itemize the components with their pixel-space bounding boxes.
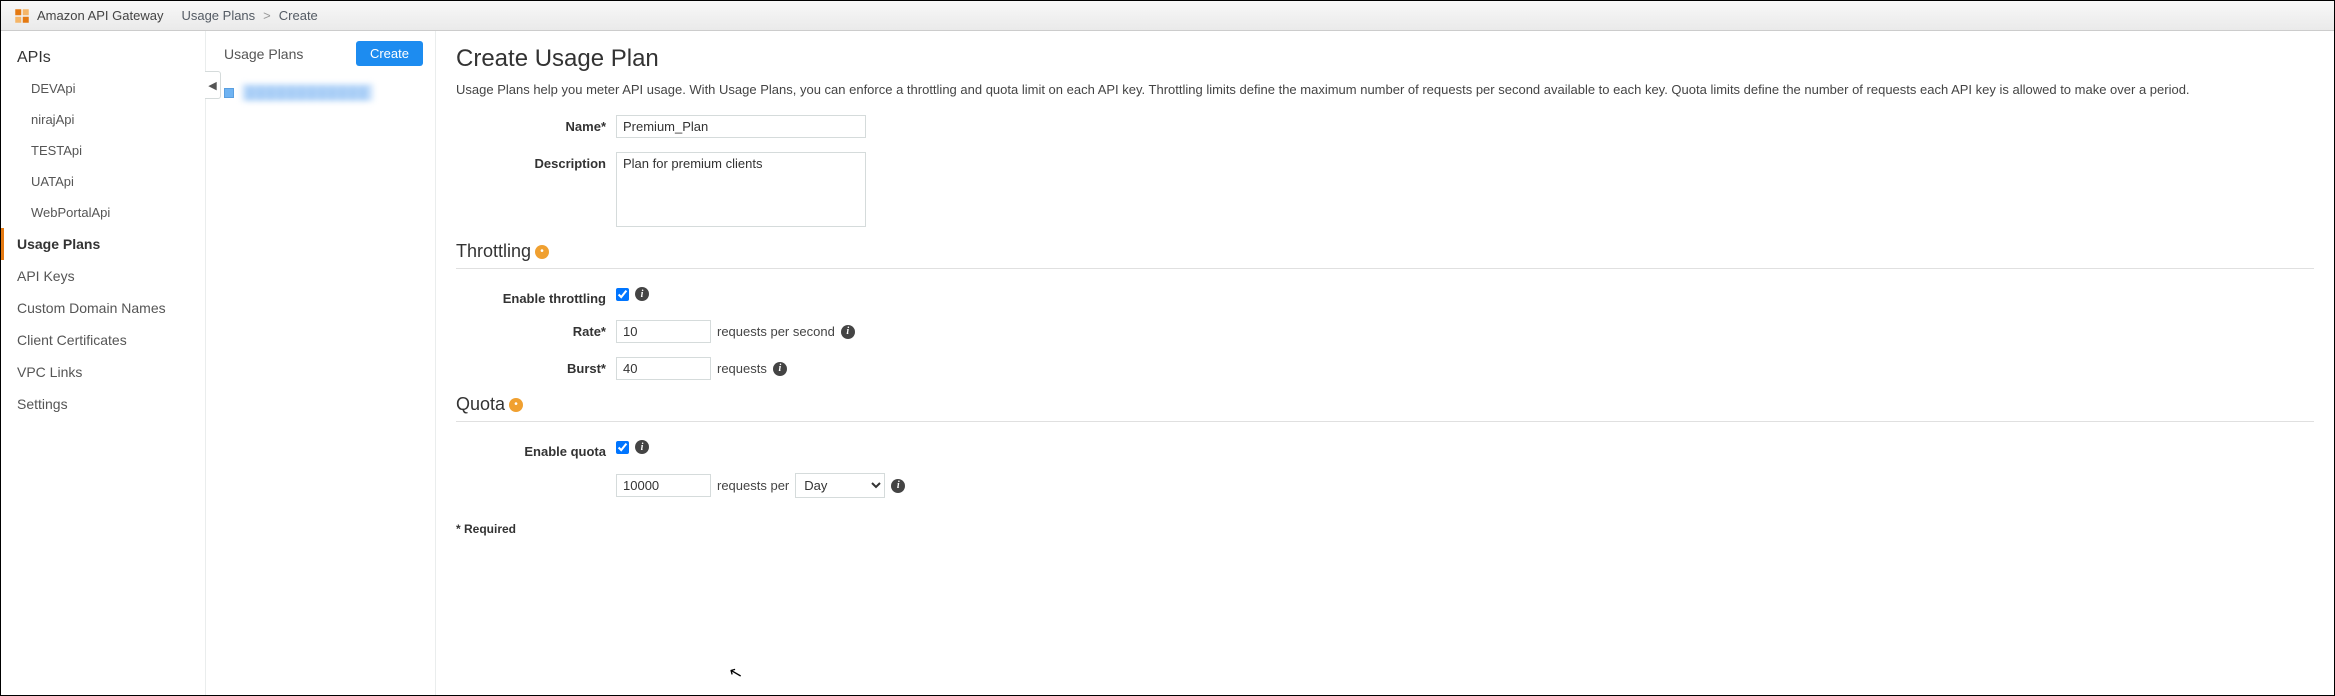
info-icon[interactable]: i — [773, 362, 787, 376]
aws-logo-icon — [13, 7, 31, 25]
sidebar-api-item[interactable]: TESTApi — [1, 135, 205, 166]
sidebar-api-item[interactable]: nirajApi — [1, 104, 205, 135]
create-button[interactable]: Create — [356, 41, 423, 66]
sidebar-item-custom-domains[interactable]: Custom Domain Names — [1, 292, 205, 324]
existing-plan-item[interactable]: ▒▒▒▒▒▒▒▒▒▒▒▒ — [218, 80, 423, 105]
sidebar-item-usage-plans[interactable]: Usage Plans — [1, 228, 205, 260]
info-icon[interactable]: i — [841, 325, 855, 339]
enable-throttling-label: Enable throttling — [456, 287, 616, 306]
info-icon[interactable]: i — [635, 440, 649, 454]
throttling-heading: Throttling • — [456, 241, 2314, 269]
description-textarea[interactable]: Plan for premium clients — [616, 152, 866, 227]
top-breadcrumb-bar: Amazon API Gateway Usage Plans > Create — [1, 1, 2334, 31]
rate-label: Rate* — [456, 320, 616, 339]
quota-heading: Quota • — [456, 394, 2314, 422]
name-label: Name* — [456, 115, 616, 134]
api-list: DEVApi nirajApi TESTApi UATApi WebPortal… — [1, 73, 205, 228]
quota-info-icon[interactable]: • — [509, 398, 523, 412]
info-icon[interactable]: i — [891, 479, 905, 493]
sidebar-item-client-certs[interactable]: Client Certificates — [1, 324, 205, 356]
left-sidebar: APIs DEVApi nirajApi TESTApi UATApi WebP… — [1, 31, 206, 695]
main-content: Create Usage Plan Usage Plans help you m… — [436, 31, 2334, 695]
required-note: * Required — [456, 522, 2314, 536]
usage-plans-column: ◀ Usage Plans Create ▒▒▒▒▒▒▒▒▒▒▒▒ — [206, 31, 436, 695]
burst-label: Burst* — [456, 357, 616, 376]
breadcrumb-create: Create — [279, 8, 318, 23]
breadcrumb-separator: > — [263, 8, 271, 23]
name-input[interactable] — [616, 115, 866, 138]
sidebar-api-item[interactable]: UATApi — [1, 166, 205, 197]
sidebar-item-api-keys[interactable]: API Keys — [1, 260, 205, 292]
sidebar-item-vpc-links[interactable]: VPC Links — [1, 356, 205, 388]
collapse-panel-button[interactable]: ◀ — [205, 71, 221, 99]
plan-name-redacted: ▒▒▒▒▒▒▒▒▒▒▒▒ — [242, 84, 373, 101]
burst-unit: requests — [717, 361, 767, 376]
throttling-info-icon[interactable]: • — [535, 245, 549, 259]
sidebar-api-item[interactable]: WebPortalApi — [1, 197, 205, 228]
nav-list: Usage Plans API Keys Custom Domain Names… — [1, 228, 205, 420]
page-description: Usage Plans help you meter API usage. Wi… — [456, 81, 2314, 99]
description-label: Description — [456, 152, 616, 171]
enable-throttling-checkbox[interactable] — [616, 288, 629, 301]
sidebar-api-item[interactable]: DEVApi — [1, 73, 205, 104]
enable-quota-checkbox[interactable] — [616, 441, 629, 454]
breadcrumb-usage-plans[interactable]: Usage Plans — [181, 8, 255, 23]
page-title: Create Usage Plan — [456, 45, 2314, 73]
plan-icon — [224, 88, 234, 98]
info-icon[interactable]: i — [635, 287, 649, 301]
quota-per-label: requests per — [717, 478, 789, 493]
midcol-title: Usage Plans — [224, 46, 303, 62]
quota-period-select[interactable]: Day — [795, 473, 885, 498]
quota-count-input[interactable] — [616, 474, 711, 497]
sidebar-heading-apis[interactable]: APIs — [1, 39, 205, 73]
sidebar-item-settings[interactable]: Settings — [1, 388, 205, 420]
rate-input[interactable] — [616, 320, 711, 343]
service-name[interactable]: Amazon API Gateway — [37, 8, 163, 23]
burst-input[interactable] — [616, 357, 711, 380]
rate-unit: requests per second — [717, 324, 835, 339]
enable-quota-label: Enable quota — [456, 440, 616, 459]
